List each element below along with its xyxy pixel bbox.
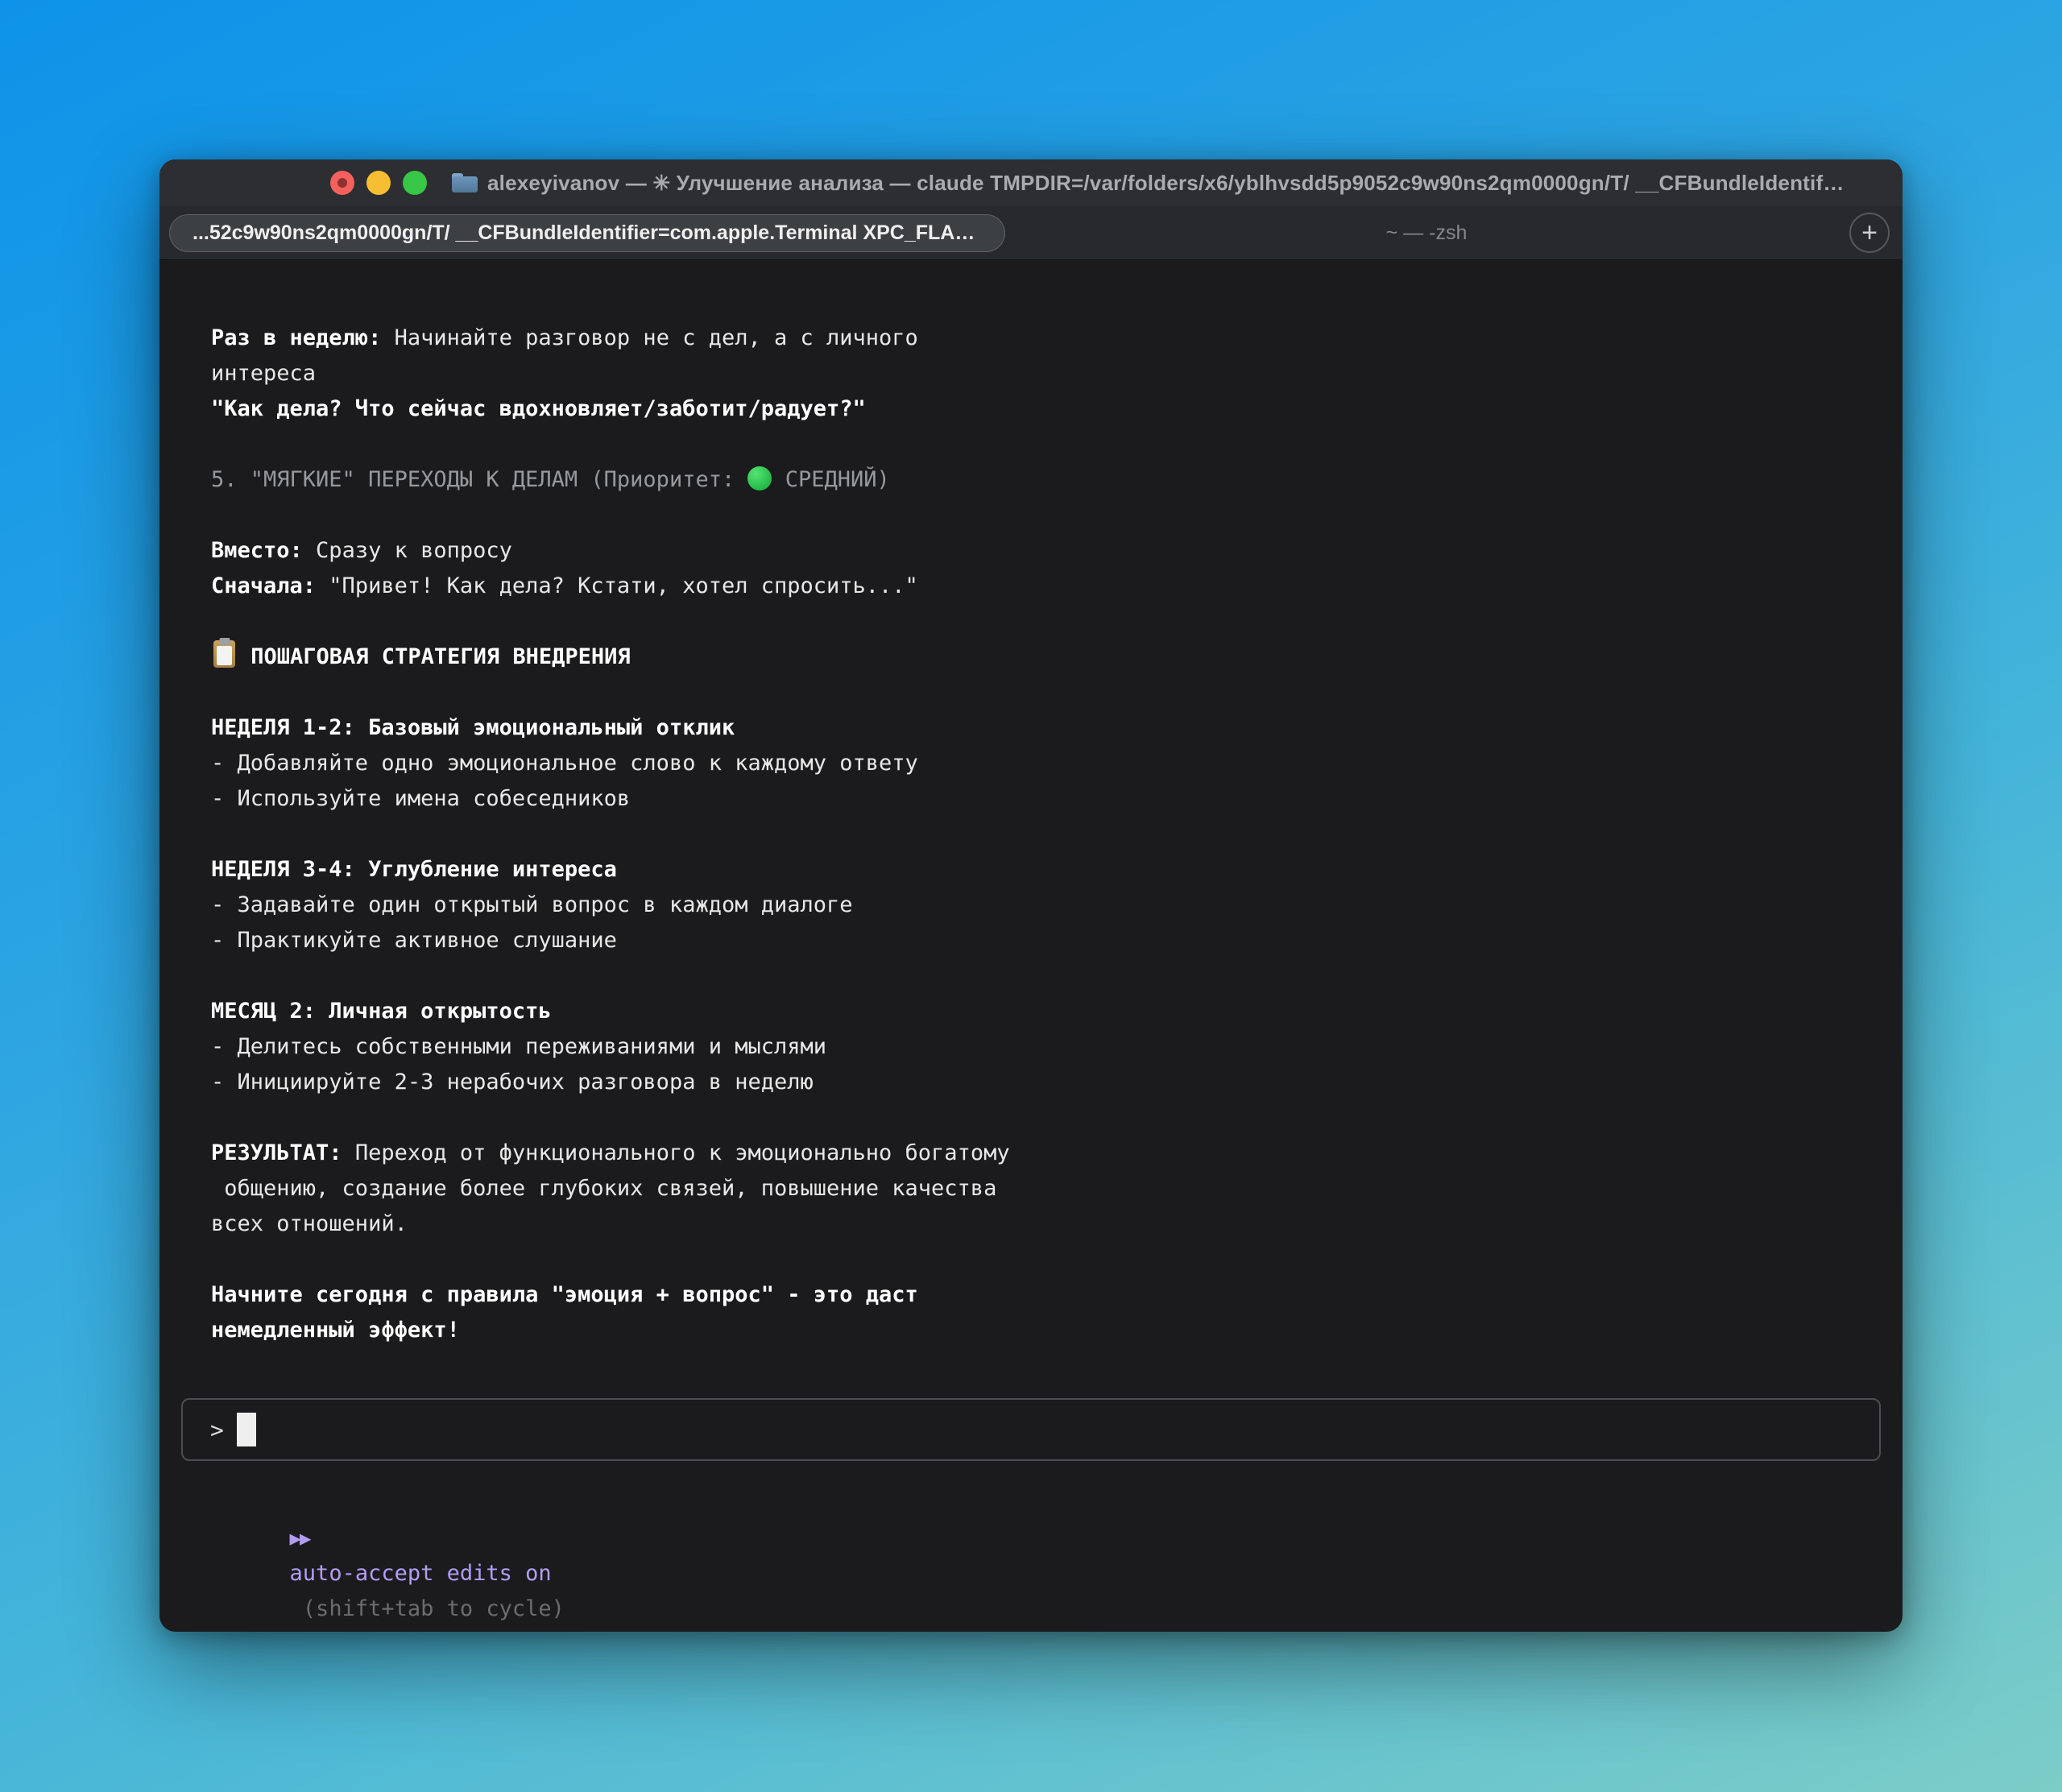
text-segment: МЕСЯЦ 2: Личная открытость [211, 999, 552, 1024]
prompt-symbol: > [210, 1417, 224, 1443]
cycle-hint: (shift+tab to cycle) [290, 1596, 565, 1621]
terminal-line [211, 427, 1870, 462]
terminal-line [211, 958, 1870, 994]
terminal-line: Начните сегодня с правила "эмоция + вопр… [211, 1277, 1870, 1313]
terminal-line [211, 1242, 1870, 1277]
text-segment: всех отношений. [211, 1211, 408, 1236]
tab-label: ...52c9w90ns2qm0000gn/T/ __CFBundleIdent… [170, 221, 1004, 245]
new-tab-button[interactable]: + [1849, 213, 1890, 253]
text-segment: общению, создание более глубоких связей,… [211, 1176, 996, 1201]
text-segment: Сначала: [211, 573, 316, 598]
text-segment: Начните сегодня с правила "эмоция + вопр… [211, 1282, 918, 1307]
double-chevron-icon: ▶▶ [290, 1527, 310, 1550]
terminal-line [211, 498, 1870, 533]
zoom-button[interactable] [403, 171, 427, 195]
terminal-line: Раз в неделю: Начинайте разговор не с де… [211, 321, 1870, 356]
text-segment: - Добавляйте одно эмоциональное слово к … [211, 751, 918, 776]
terminal-line: "Как дела? Что сейчас вдохновляет/заботи… [211, 391, 1870, 427]
text-segment: НЕДЕЛЯ 3-4: Углубление интереса [211, 857, 617, 882]
text-segment: Раз в неделю: [211, 325, 381, 350]
tab-zsh[interactable]: ~ — -zsh [1008, 206, 1845, 259]
traffic-lights [330, 171, 427, 195]
text-segment: РЕЗУЛЬТАТ: [211, 1140, 342, 1165]
text-segment: Вместо: [211, 538, 303, 563]
minimize-button[interactable] [366, 171, 391, 195]
tab-label: ~ — -zsh [1386, 221, 1468, 245]
terminal-line: немедленный эффект! [211, 1313, 1870, 1348]
text-segment: немедленный эффект! [211, 1318, 460, 1343]
text-segment: НЕДЕЛЯ 1-2: Базовый эмоциональный отклик [211, 715, 735, 740]
close-button[interactable] [330, 171, 354, 195]
text-segment: "Привет! Как дела? Кстати, хотел спросит… [316, 573, 918, 598]
folder-icon [452, 173, 478, 192]
terminal-line [211, 675, 1870, 710]
text-segment: - Используйте имена собеседников [211, 786, 630, 811]
terminal-line: Вместо: Сразу к вопросу [211, 533, 1870, 569]
window-title: alexeyivanov — ✳ Улучшение анализа — cla… [487, 171, 1846, 196]
terminal-content: Раз в неделю: Начинайте разговор не с де… [159, 321, 1903, 1632]
terminal-line [211, 1100, 1870, 1136]
terminal-line: интереса [211, 356, 1870, 391]
terminal-line: НЕДЕЛЯ 3-4: Углубление интереса [211, 852, 1870, 888]
text-cursor [237, 1413, 256, 1446]
text-segment: - Практикуйте активное слушание [211, 928, 617, 953]
terminal-line: НЕДЕЛЯ 1-2: Базовый эмоциональный отклик [211, 710, 1870, 746]
terminal-line [211, 817, 1870, 852]
green-circle-icon [747, 466, 772, 490]
terminal-output: Раз в неделю: Начинайте разговор не с де… [211, 321, 1870, 1348]
text-segment: Переход от функционального к эмоциональн… [342, 1140, 1010, 1165]
text-segment: "Как дела? Что сейчас вдохновляет/заботи… [211, 396, 866, 421]
text-segment: Начинайте разговор не с дел, а с личного [381, 325, 917, 350]
text-segment: интереса [211, 361, 316, 386]
tab-bar: ...52c9w90ns2qm0000gn/T/ __CFBundleIdent… [159, 206, 1903, 260]
terminal-line: - Задавайте один открытый вопрос в каждо… [211, 888, 1870, 923]
terminal-line: Сначала: "Привет! Как дела? Кстати, хоте… [211, 569, 1870, 604]
terminal-line: всех отношений. [211, 1206, 1870, 1242]
terminal-line: - Инициируйте 2-3 нерабочих разговора в … [211, 1065, 1870, 1100]
terminal-line: - Используйте имена собеседников [211, 781, 1870, 817]
terminal-line: МЕСЯЦ 2: Личная открытость [211, 994, 1870, 1029]
tab-terminal-session[interactable]: ...52c9w90ns2qm0000gn/T/ __CFBundleIdent… [169, 214, 1005, 252]
status-line: ▶▶ auto-accept edits on (shift+tab to cy… [211, 1485, 1903, 1521]
terminal-line: ПОШАГОВАЯ СТРАТЕГИЯ ВНЕДРЕНИЯ [211, 639, 1870, 675]
terminal-line: РЕЗУЛЬТАТ: Переход от функционального к … [211, 1136, 1870, 1171]
terminal-line [211, 604, 1870, 639]
clipboard-icon [213, 640, 235, 668]
text-segment: - Делитесь собственными переживаниями и … [211, 1034, 826, 1059]
prompt-input[interactable]: > [181, 1398, 1881, 1461]
terminal-line: общению, создание более глубоких связей,… [211, 1171, 1870, 1206]
terminal-line: - Добавляйте одно эмоциональное слово к … [211, 746, 1870, 781]
text-segment: - Инициируйте 2-3 нерабочих разговора в … [211, 1070, 814, 1095]
text-segment: ПОШАГОВАЯ СТРАТЕГИЯ ВНЕДРЕНИЯ [238, 644, 631, 669]
auto-accept-mode-label: auto-accept edits on [290, 1561, 552, 1586]
text-segment: - Задавайте один открытый вопрос в каждо… [211, 892, 853, 917]
terminal-line: 5. "МЯГКИЕ" ПЕРЕХОДЫ К ДЕЛАМ (Приоритет:… [211, 462, 1870, 498]
title-area: alexeyivanov — ✳ Улучшение анализа — cla… [452, 171, 1846, 196]
text-segment: 5. "МЯГКИЕ" ПЕРЕХОДЫ К ДЕЛАМ (Приоритет: [211, 467, 747, 492]
text-segment: Сразу к вопросу [303, 538, 512, 563]
terminal-line: - Практикуйте активное слушание [211, 923, 1870, 958]
title-bar: alexeyivanov — ✳ Улучшение анализа — cla… [159, 159, 1903, 206]
text-segment: СРЕДНИЙ) [772, 467, 889, 492]
terminal-window: alexeyivanov — ✳ Улучшение анализа — cla… [159, 159, 1903, 1632]
terminal-line: - Делитесь собственными переживаниями и … [211, 1029, 1870, 1065]
